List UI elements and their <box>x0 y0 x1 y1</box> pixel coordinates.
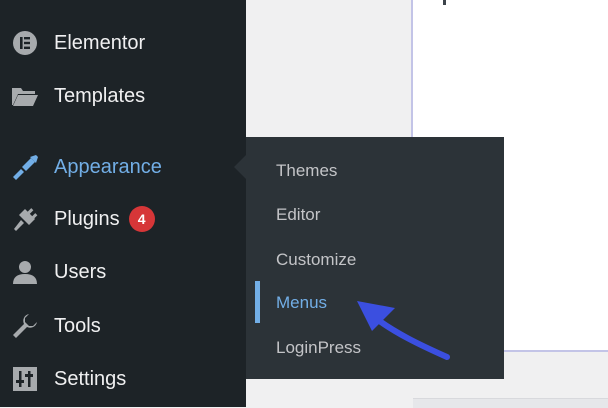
admin-sidebar: Elementor Templates Appearance Plugins 4… <box>0 0 246 407</box>
folder-icon <box>11 82 39 110</box>
sidebar-item-users[interactable]: Users <box>0 250 246 294</box>
submenu-item-editor[interactable]: Editor <box>276 205 320 225</box>
submenu-item-loginpress[interactable]: LoginPress <box>276 338 361 358</box>
sidebar-item-label: Users <box>54 260 107 283</box>
plug-icon <box>11 205 39 233</box>
settings-sliders-icon <box>11 365 39 393</box>
sidebar-item-appearance[interactable]: Appearance <box>0 145 246 189</box>
appearance-submenu: Themes Editor Customize Menus LoginPress <box>246 137 504 379</box>
sidebar-item-elementor[interactable]: Elementor <box>0 21 246 65</box>
submenu-item-menus[interactable]: Menus <box>276 293 327 313</box>
sidebar-item-label: Templates <box>54 84 146 107</box>
sidebar-item-label: Elementor <box>54 31 146 54</box>
sidebar-item-label: Settings <box>54 367 127 390</box>
current-item-indicator <box>255 281 260 323</box>
wrench-icon <box>11 312 39 340</box>
content-fragment <box>443 0 446 5</box>
submenu-item-themes[interactable]: Themes <box>276 161 337 181</box>
flyout-pointer <box>234 155 246 179</box>
sidebar-item-tools[interactable]: Tools <box>0 304 246 348</box>
submenu-item-customize[interactable]: Customize <box>276 250 356 270</box>
update-count-badge: 4 <box>128 206 155 232</box>
sidebar-item-plugins[interactable]: Plugins 4 <box>0 197 246 241</box>
sidebar-item-settings[interactable]: Settings <box>0 357 246 401</box>
sidebar-item-label: Tools <box>54 314 101 337</box>
elementor-icon <box>11 29 39 57</box>
sidebar-item-label: Plugins <box>54 207 120 230</box>
paintbrush-icon <box>11 153 39 181</box>
user-icon <box>11 258 39 286</box>
sidebar-item-templates[interactable]: Templates <box>0 74 246 118</box>
sidebar-item-label: Appearance <box>54 155 162 178</box>
